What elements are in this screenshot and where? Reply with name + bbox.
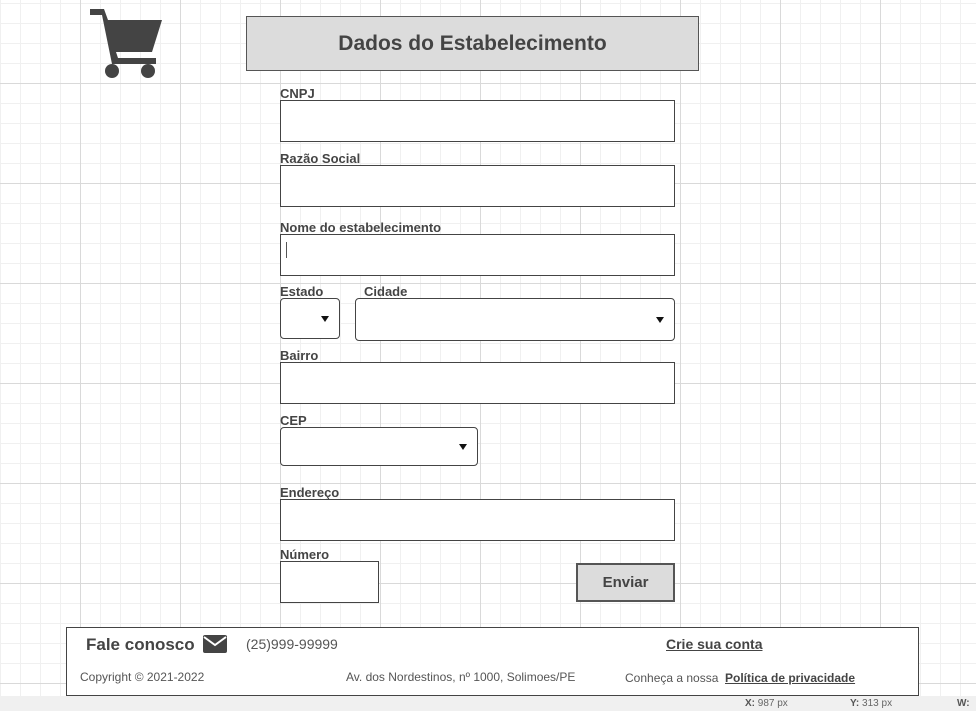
status-x: X: 987 px (745, 698, 788, 709)
chevron-down-icon (321, 315, 329, 322)
bairro-input[interactable] (280, 362, 675, 404)
razao-social-label: Razão Social (280, 151, 361, 166)
estado-select[interactable] (280, 298, 340, 339)
cidade-select[interactable] (355, 298, 675, 341)
nome-estabelecimento-input[interactable] (280, 234, 675, 276)
cep-select[interactable] (280, 427, 478, 466)
cnpj-input[interactable] (280, 100, 675, 142)
nome-estabelecimento-label: Nome do estabelecimento (280, 220, 442, 235)
status-y: Y: 313 px (850, 698, 893, 709)
bairro-label: Bairro (280, 348, 319, 363)
cep-label: CEP (280, 413, 307, 428)
mail-icon[interactable] (203, 635, 227, 653)
page-title: Dados do Estabelecimento (246, 16, 699, 71)
estado-label: Estado (280, 284, 324, 299)
contact-title: Fale conosco (86, 635, 195, 654)
policy-prefix: Conheça a nossa (625, 671, 719, 685)
endereco-label: Endereço (280, 485, 340, 500)
razao-social-input[interactable] (280, 165, 675, 207)
address: Av. dos Nordestinos, nº 1000, Solimoes/P… (346, 670, 576, 684)
copyright: Copyright © 2021-2022 (80, 670, 205, 684)
footer: Fale conosco (25)999-99999 Crie sua cont… (66, 627, 919, 696)
numero-label: Número (280, 547, 330, 562)
submit-button[interactable]: Enviar (576, 563, 675, 602)
text-cursor (286, 242, 287, 258)
chevron-down-icon (656, 316, 664, 323)
chevron-down-icon (459, 443, 467, 450)
cidade-label: Cidade (364, 284, 408, 299)
create-account-link[interactable]: Crie sua conta (666, 636, 762, 652)
status-w: W: (957, 698, 970, 709)
endereco-input[interactable] (280, 499, 675, 541)
status-bar (0, 696, 976, 711)
phone-number: (25)999-99999 (246, 636, 338, 652)
cnpj-label: CNPJ (280, 86, 315, 101)
shopping-cart-icon (90, 9, 162, 78)
numero-input[interactable] (280, 561, 379, 603)
privacy-policy-link[interactable]: Política de privacidade (725, 671, 855, 685)
